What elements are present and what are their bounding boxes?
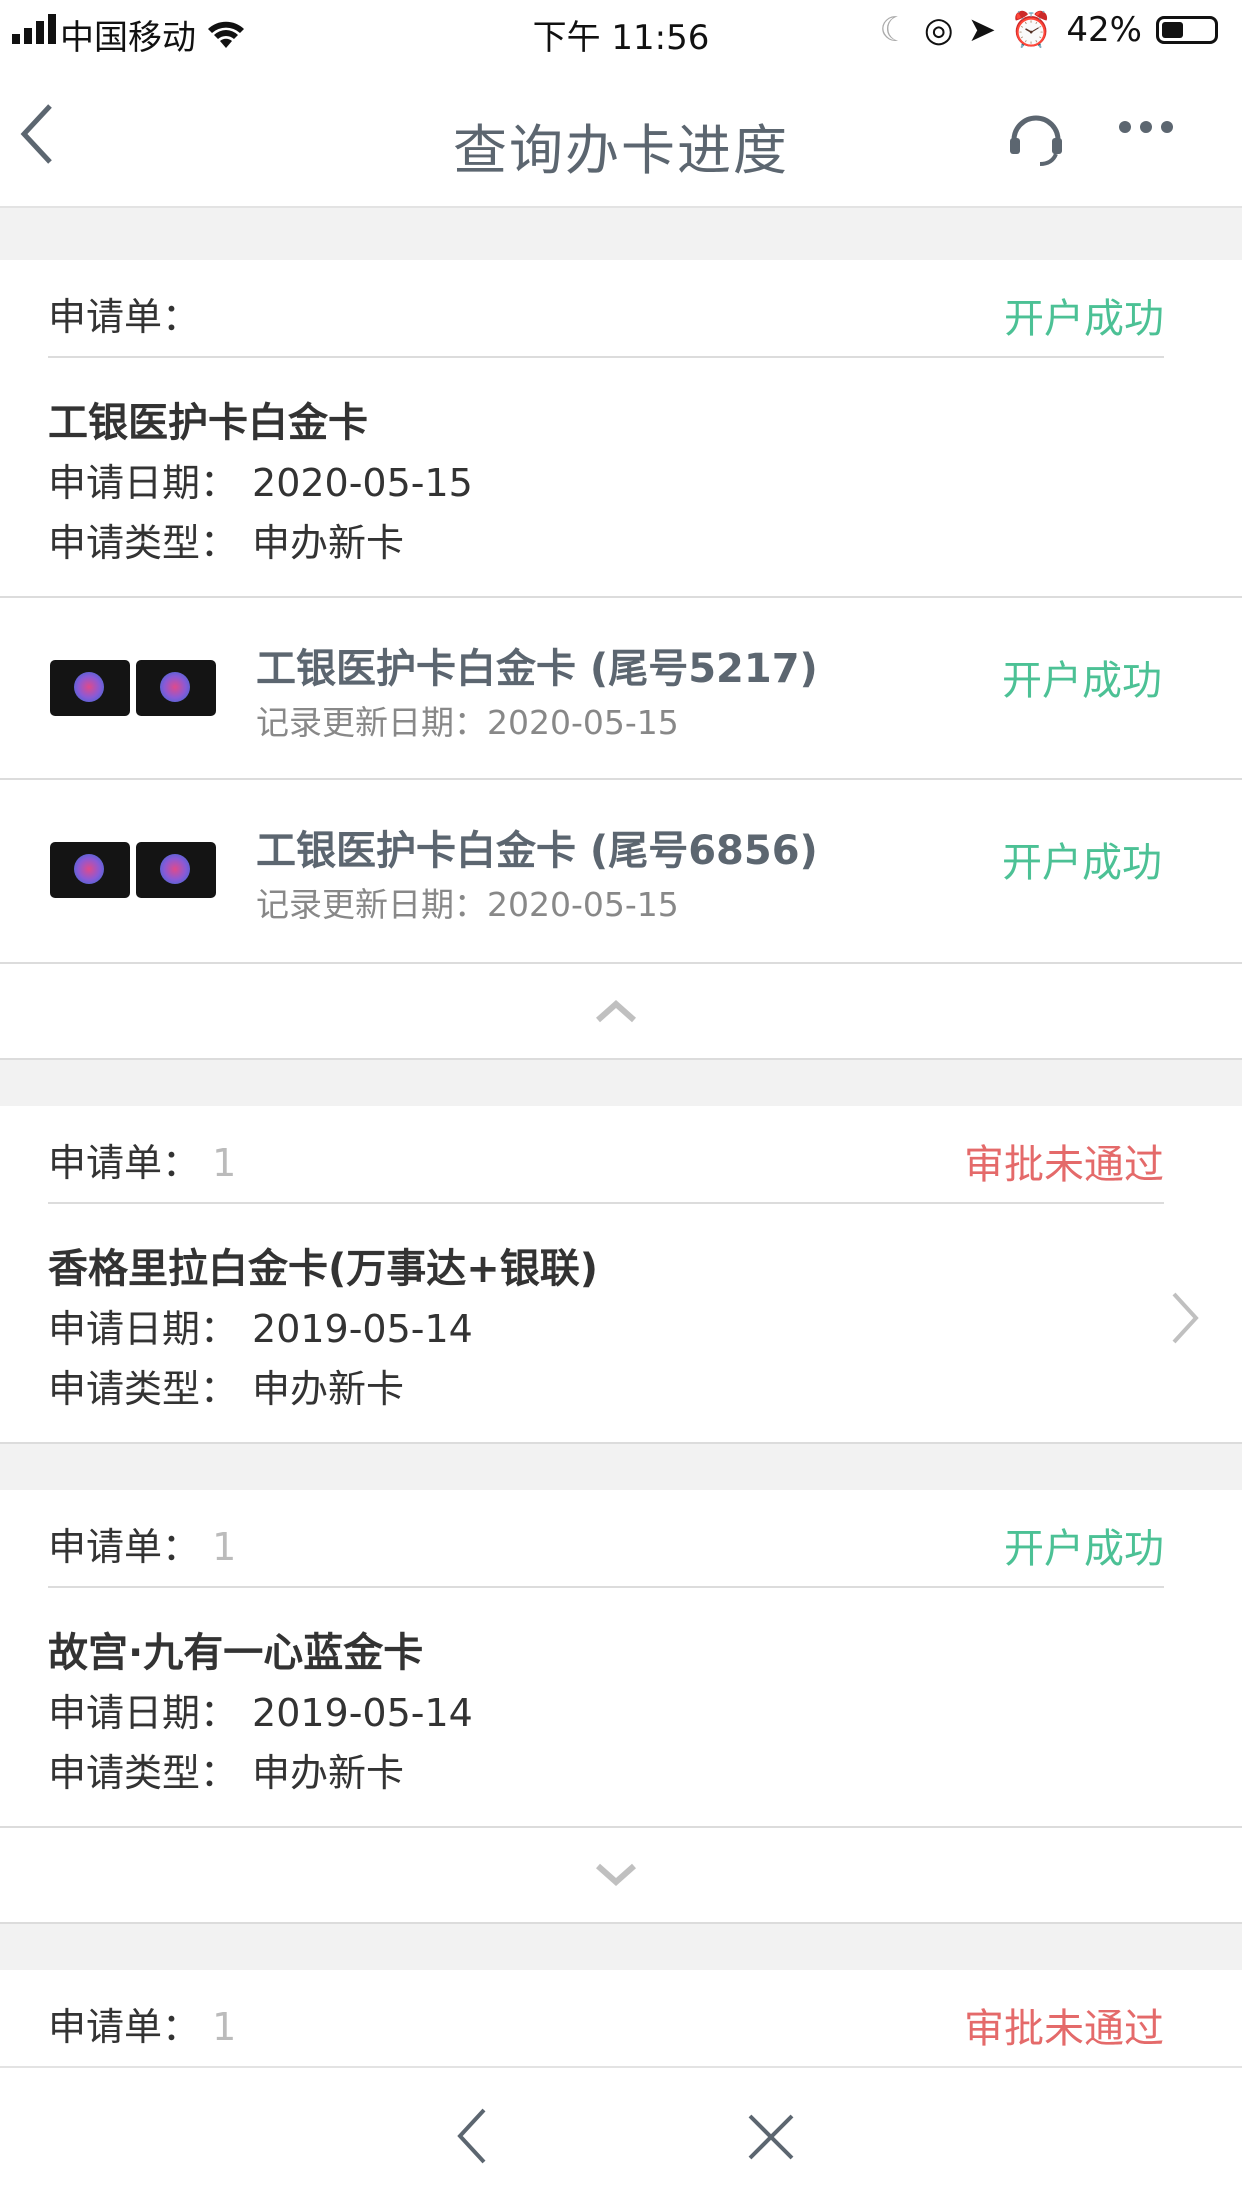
battery-icon	[1156, 16, 1218, 44]
update-date: 2020-05-15	[487, 703, 679, 742]
sub-card-update: 记录更新日期：2020-05-15	[256, 878, 679, 926]
application-header: 申请单： 1 审批未通过	[48, 1970, 1164, 2066]
apply-type-label: 申请类型：	[48, 521, 239, 565]
apply-date-value: 2020-05-15	[252, 461, 473, 505]
apply-type-row: 申请类型： 申办新卡	[48, 1358, 404, 1413]
apply-date-row: 申请日期： 2019-05-14	[48, 1298, 473, 1353]
status-bar: 中国移动 下午 11:56 ☾ ◎ ➤ ⏰ 42%	[0, 0, 1242, 62]
sub-card-row[interactable]: 工银医护卡白金卡 (尾号5217) 记录更新日期：2020-05-15 开户成功	[0, 598, 1242, 778]
card-name: 工银医护卡白金卡	[48, 400, 368, 446]
application-number: 1	[212, 1141, 237, 1185]
card-image	[50, 842, 130, 898]
apply-date-value: 2019-05-14	[252, 1307, 473, 1351]
application-label: 申请单： 1	[48, 2005, 237, 2049]
card-image	[136, 660, 216, 716]
application-number: 1	[212, 1525, 237, 1569]
more-dots-icon[interactable]	[1118, 120, 1174, 134]
battery-percent: 42%	[1066, 10, 1142, 50]
apply-date-label: 申请日期：	[48, 461, 239, 505]
card-image	[136, 842, 216, 898]
section-gap	[0, 1444, 1242, 1490]
sub-card-title: 工银医护卡白金卡 (尾号5217)	[256, 646, 818, 692]
card-thumbnail	[50, 660, 218, 720]
apply-type-value: 申办新卡	[252, 1367, 405, 1411]
apply-type-value: 申办新卡	[252, 521, 405, 565]
bottom-back-icon[interactable]	[454, 2106, 488, 2166]
rotation-lock-icon: ◎	[923, 10, 954, 50]
apply-type-value: 申办新卡	[252, 1751, 405, 1795]
apply-date-label: 申请日期：	[48, 1307, 239, 1351]
nav-bar: 查询办卡进度	[0, 62, 1242, 208]
section-gap	[0, 208, 1242, 260]
application-header: 申请单： 1 审批未通过	[48, 1106, 1164, 1204]
apply-type-label: 申请类型：	[48, 1367, 239, 1411]
divider	[0, 962, 1242, 964]
update-date: 2020-05-15	[487, 885, 679, 924]
application-card[interactable]: 申请单： 1 审批未通过	[0, 1970, 1242, 2066]
sub-card-status: 开户成功	[1002, 658, 1162, 704]
chevron-right-icon[interactable]	[1170, 1290, 1200, 1346]
browser-bottom-bar	[0, 2066, 1242, 2210]
close-icon[interactable]	[746, 2112, 796, 2162]
section-gap	[0, 1924, 1242, 1970]
chevron-down-icon[interactable]	[594, 1862, 638, 1888]
application-header: 申请单： 1 开户成功	[48, 1490, 1164, 1588]
card-name: 故宫·九有一心蓝金卡	[48, 1630, 424, 1676]
apply-type-row: 申请类型： 申办新卡	[48, 512, 404, 567]
apply-date-label: 申请日期：	[48, 1691, 239, 1735]
alarm-icon: ⏰	[1010, 10, 1053, 50]
apply-type-row: 申请类型： 申办新卡	[48, 1742, 404, 1797]
application-header: 申请单： 开户成功	[48, 260, 1164, 358]
divider	[0, 1826, 1242, 1828]
sub-card-title: 工银医护卡白金卡 (尾号6856)	[256, 828, 818, 874]
section-gap	[0, 1060, 1242, 1106]
status-label: 开户成功	[1004, 296, 1164, 342]
card-name: 香格里拉白金卡(万事达+银联)	[48, 1246, 599, 1292]
status-label: 审批未通过	[964, 2006, 1164, 2052]
update-label: 记录更新日期：	[256, 703, 487, 742]
sub-card-update: 记录更新日期：2020-05-15	[256, 696, 679, 744]
card-image	[50, 660, 130, 716]
application-card[interactable]: 申请单： 1 审批未通过 香格里拉白金卡(万事达+银联) 申请日期： 2019-0…	[0, 1106, 1242, 1442]
sub-card-row[interactable]: 工银医护卡白金卡 (尾号6856) 记录更新日期：2020-05-15 开户成功	[0, 780, 1242, 960]
status-label: 开户成功	[1004, 1526, 1164, 1572]
moon-icon: ☾	[879, 10, 910, 50]
apply-date-row: 申请日期： 2020-05-15	[48, 452, 473, 507]
status-right: ☾ ◎ ➤ ⏰ 42%	[879, 10, 1218, 50]
location-icon: ➤	[967, 10, 997, 50]
headset-icon[interactable]	[1006, 106, 1066, 166]
application-card[interactable]: 申请单： 1 开户成功 故宫·九有一心蓝金卡 申请日期： 2019-05-14 申…	[0, 1490, 1242, 1826]
sub-card-status: 开户成功	[1002, 840, 1162, 886]
chevron-up-icon[interactable]	[594, 998, 638, 1024]
update-label: 记录更新日期：	[256, 885, 487, 924]
application-label: 申请单： 1	[48, 1141, 237, 1185]
application-number: 1	[212, 2005, 237, 2049]
status-label: 审批未通过	[964, 1142, 1164, 1188]
apply-date-row: 申请日期： 2019-05-14	[48, 1682, 473, 1737]
apply-date-value: 2019-05-14	[252, 1691, 473, 1735]
card-thumbnail	[50, 842, 218, 902]
apply-type-label: 申请类型：	[48, 1751, 239, 1795]
application-label: 申请单：	[48, 295, 201, 339]
application-card[interactable]: 申请单： 开户成功 工银医护卡白金卡 申请日期： 2020-05-15 申请类型：…	[0, 260, 1242, 596]
application-label: 申请单： 1	[48, 1525, 237, 1569]
